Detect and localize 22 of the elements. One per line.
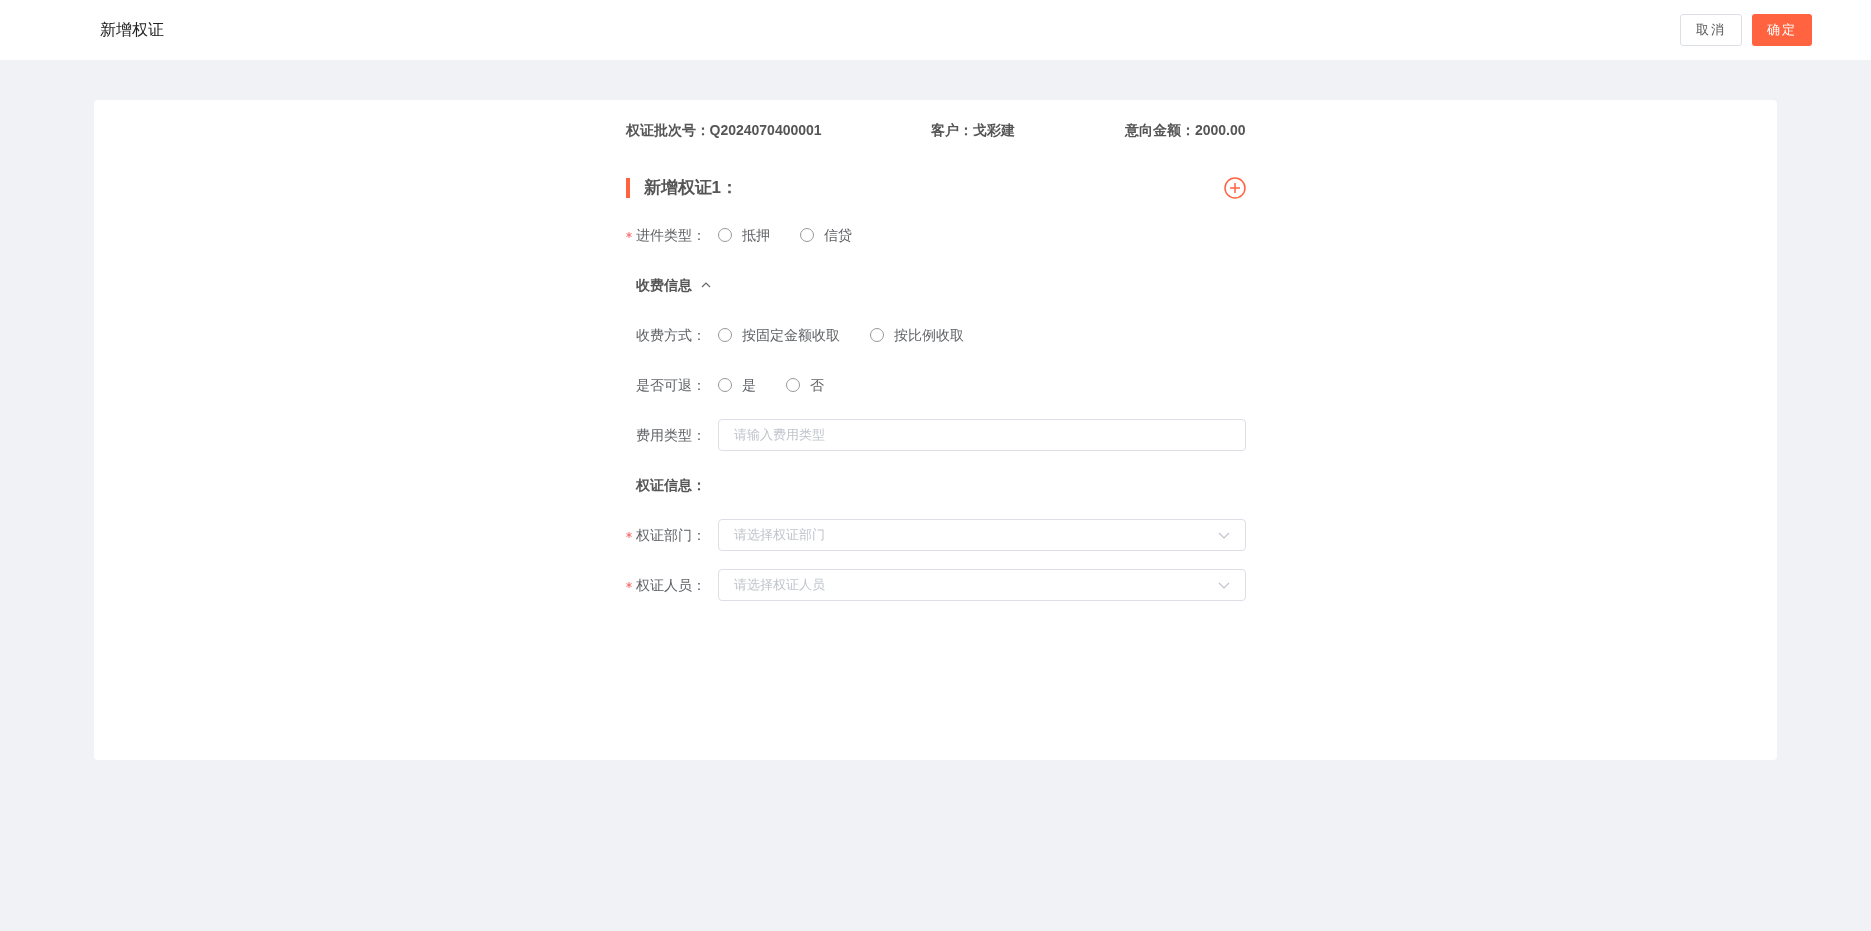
radio-option[interactable]: 按固定金额收取	[717, 324, 840, 346]
section-marker	[625, 178, 630, 198]
page-title: 新增权证	[100, 20, 164, 40]
field-label: 费用类型：	[635, 425, 706, 445]
radio-option[interactable]: 是	[717, 374, 756, 396]
summary-text: 意向金额：2000.00	[1124, 120, 1246, 140]
summary-text: 权证批次号：Q2024070400001	[625, 120, 822, 140]
field-label: 收费方式：	[635, 325, 706, 345]
field-label: 权证部门：	[635, 525, 706, 545]
radio-option[interactable]: 信贷	[799, 224, 852, 246]
field-label: 权证人员：	[635, 575, 706, 595]
cancel-button[interactable]: 取消	[1680, 14, 1742, 46]
summary-text: 客户：戈彩建	[931, 120, 1016, 140]
field-label: 是否可退：	[635, 375, 706, 395]
radio-option[interactable]: 抵押	[717, 224, 770, 246]
radio-option[interactable]: 按比例收取	[869, 324, 964, 346]
section-heading: 权证信息：	[635, 475, 706, 495]
radio-option[interactable]: 否	[785, 374, 824, 396]
add-circle-icon[interactable]	[1223, 177, 1246, 199]
field-label: 进件类型：	[635, 225, 706, 245]
section-title: 新增权证1：	[643, 177, 738, 200]
section-heading: 收费信息	[635, 275, 692, 295]
